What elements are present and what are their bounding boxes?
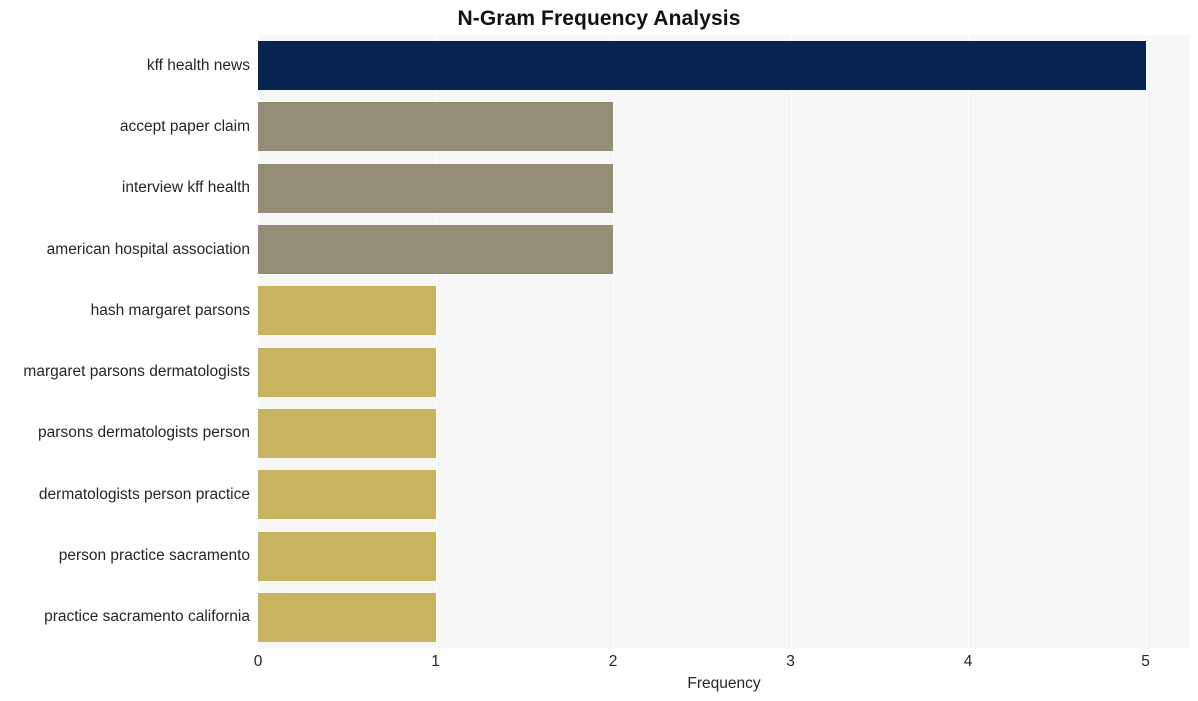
x-axis-tick-label: 2 [608,653,618,670]
x-axis-tick-labels: 0 1 2 3 4 5 [0,652,1198,676]
bar[interactable] [258,531,436,581]
bar[interactable] [258,347,436,397]
y-axis-tick-label: kff health news [146,56,250,74]
y-axis-tick-label: hash margaret parsons [90,301,250,319]
y-axis-tick-label: accept paper claim [119,117,250,135]
bar[interactable] [258,408,436,458]
y-axis-tick-label: person practice sacramento [58,547,250,565]
y-axis-tick-label: interview kff health [121,179,250,197]
x-axis-tick-label: 5 [1141,653,1150,670]
x-axis-tick-label: 3 [786,653,795,670]
bar[interactable] [258,102,614,152]
y-axis-tick-label: practice sacramento california [44,608,250,626]
y-axis-tick-label: parsons dermatologists person [38,424,250,442]
bar[interactable] [258,286,436,336]
bar[interactable] [258,225,614,275]
chart-figure: N-Gram Frequency Analysis kff health new… [0,0,1198,701]
bar[interactable] [258,41,1146,91]
y-axis-tick-label: dermatologists person practice [38,485,250,503]
gridline-x-4 [968,35,970,648]
plot-area [258,35,1190,648]
x-axis-title: Frequency [687,675,761,692]
x-axis-tick-label: 4 [963,653,973,670]
gridline-x-5 [1145,35,1147,648]
gridline-x-2 [613,35,615,648]
y-axis-tick-label: margaret parsons dermatologists [23,363,250,381]
y-axis-tick-labels: kff health news accept paper claim intervi… [0,35,258,648]
chart-title: N-Gram Frequency Analysis [457,7,741,30]
gridline-x-3 [790,35,792,648]
bar[interactable] [258,163,614,213]
x-axis-tick-label: 0 [253,653,263,670]
x-axis-tick-label: 1 [431,653,440,670]
bar[interactable] [258,592,436,642]
y-axis-tick-label: american hospital association [46,240,250,258]
bar[interactable] [258,470,436,520]
